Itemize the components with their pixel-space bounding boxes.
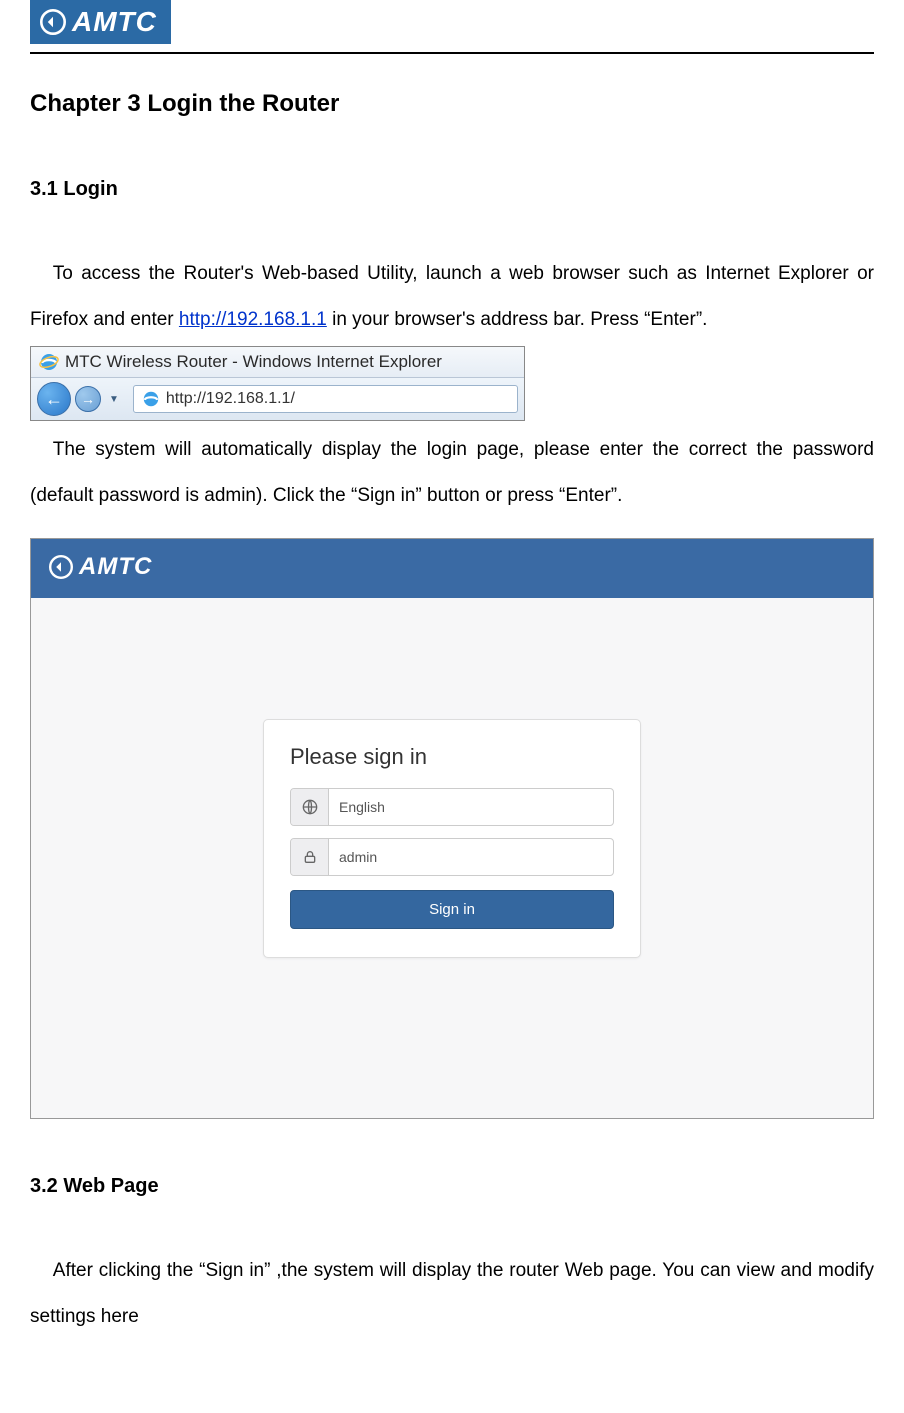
globe-icon <box>291 789 329 825</box>
router-ip-link[interactable]: http://192.168.1.1 <box>179 309 327 330</box>
section-3-1-title: 3.1 Login <box>30 178 874 201</box>
lock-icon <box>291 839 329 875</box>
login-logo-icon <box>49 555 73 579</box>
ie-window-title-text: MTC Wireless Router - Windows Internet E… <box>65 352 442 372</box>
language-value: English <box>329 791 613 823</box>
amtc-logo-text: AMTC <box>72 6 157 38</box>
login-header-bar: AMTC <box>31 539 873 598</box>
ie-title-bar: MTC Wireless Router - Windows Internet E… <box>31 347 524 377</box>
ie-address-bar[interactable]: http://192.168.1.1/ <box>133 385 518 413</box>
login-logo-text: AMTC <box>79 553 152 581</box>
password-value: admin <box>329 841 613 873</box>
login-card: Please sign in English admin Sign in <box>263 719 641 958</box>
page-header: AMTC <box>30 0 874 44</box>
ie-forward-button[interactable]: → <box>75 386 101 412</box>
router-login-screenshot: AMTC Please sign in English admin Sign i… <box>30 538 874 1119</box>
chapter-title: Chapter 3 Login the Router <box>30 90 874 118</box>
password-field[interactable]: admin <box>290 838 614 876</box>
sign-in-button[interactable]: Sign in <box>290 890 614 929</box>
ie-browser-mock: MTC Wireless Router - Windows Internet E… <box>30 346 525 421</box>
ie-logo-icon <box>39 352 59 372</box>
paragraph-3-2: After clicking the “Sign in” ,the system… <box>30 1248 874 1339</box>
login-logo: AMTC <box>49 553 152 581</box>
header-divider <box>30 52 874 54</box>
paragraph-3-1-a-post: in your browser's address bar. Press “En… <box>327 309 708 330</box>
login-heading: Please sign in <box>290 744 614 770</box>
amtc-logo-icon <box>40 9 66 35</box>
ie-nav-bar: ← → ▼ http://192.168.1.1/ <box>31 377 524 420</box>
amtc-logo-badge: AMTC <box>30 0 171 44</box>
login-body: Please sign in English admin Sign in <box>31 598 873 1118</box>
ie-history-dropdown[interactable]: ▼ <box>105 394 123 405</box>
paragraph-3-1-a: To access the Router's Web-based Utility… <box>30 251 874 342</box>
arrow-right-icon: → <box>81 391 95 407</box>
ie-address-text: http://192.168.1.1/ <box>166 390 295 408</box>
ie-page-icon <box>142 390 160 408</box>
paragraph-3-1-b: The system will automatically display th… <box>30 427 874 518</box>
arrow-left-icon: ← <box>45 389 63 410</box>
ie-back-button[interactable]: ← <box>37 382 71 416</box>
language-field[interactable]: English <box>290 788 614 826</box>
section-3-2-title: 3.2 Web Page <box>30 1175 874 1198</box>
